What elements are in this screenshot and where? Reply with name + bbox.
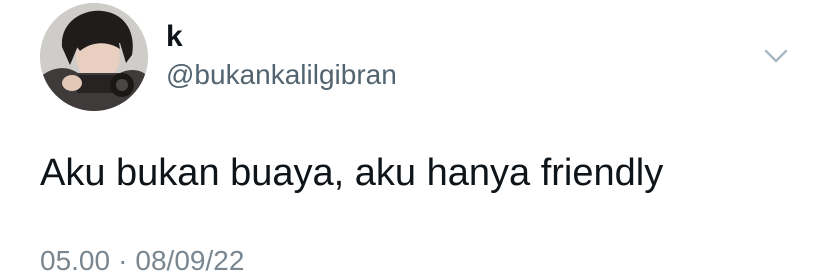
tweet-text: Aku bukan buaya, aku hanya friendly: [40, 152, 664, 194]
tweet-time: 05.00: [40, 245, 111, 276]
tweet-timestamp[interactable]: 05.00 · 08/09/22: [40, 244, 244, 278]
avatar[interactable]: [40, 3, 148, 111]
tweet-card: k @bukankalilgibran Aku bukan buaya, aku…: [0, 0, 828, 276]
profile-photo-icon: [40, 3, 148, 111]
meta-separator: ·: [118, 245, 128, 276]
chevron-down-icon[interactable]: [762, 44, 790, 68]
display-name[interactable]: k: [166, 20, 183, 54]
tweet-date: 08/09/22: [135, 245, 245, 276]
user-handle[interactable]: @bukankalilgibran: [166, 58, 397, 92]
